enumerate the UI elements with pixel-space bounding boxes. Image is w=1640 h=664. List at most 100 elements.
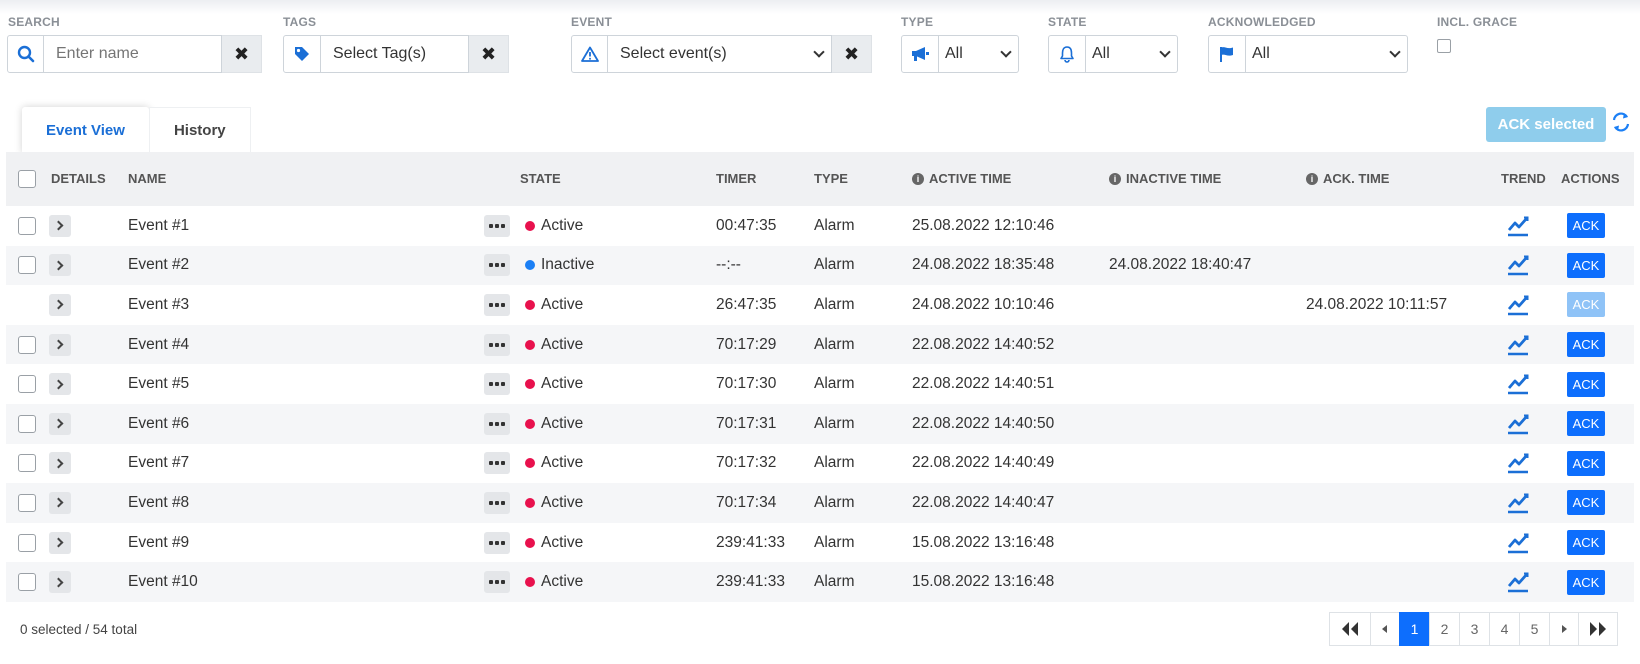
more-options-button[interactable] xyxy=(484,483,510,523)
page-button[interactable]: 4 xyxy=(1489,612,1520,646)
row-checkbox[interactable] xyxy=(18,523,36,563)
row-checkbox[interactable] xyxy=(18,444,36,484)
page-button[interactable]: 2 xyxy=(1429,612,1460,646)
row-checkbox[interactable] xyxy=(18,246,36,286)
more-options-button[interactable] xyxy=(484,523,510,563)
row-checkbox[interactable] xyxy=(18,404,36,444)
megaphone-icon xyxy=(901,35,939,73)
trend-chart-icon[interactable] xyxy=(1506,562,1530,602)
trend-chart-icon[interactable] xyxy=(1506,246,1530,286)
bell-icon xyxy=(1048,35,1086,73)
more-options-button[interactable] xyxy=(484,404,510,444)
table-row[interactable]: Event #2 Inactive --:-- Alarm 24.08.2022 18:… xyxy=(6,245,1634,286)
active-time-cell: 22.08.2022 14:40:47 xyxy=(912,493,1055,511)
first-page-button[interactable] xyxy=(1329,612,1371,646)
col-active-time[interactable]: i ACTIVE TIME xyxy=(912,152,1011,206)
expand-details-button[interactable] xyxy=(49,483,71,523)
tags-clear-button[interactable]: ✖ xyxy=(469,35,509,73)
ack-button[interactable]: ACK xyxy=(1567,246,1605,286)
row-checkbox[interactable] xyxy=(18,562,36,602)
expand-details-button[interactable] xyxy=(49,562,71,602)
table-row[interactable]: Event #6 Active 70:17:31 Alarm 22.08.2022 14… xyxy=(6,403,1634,444)
trend-chart-icon[interactable] xyxy=(1506,404,1530,444)
table-row[interactable]: Event #9 Active 239:41:33 Alarm 15.08.2022 1… xyxy=(6,523,1634,563)
trend-chart-icon[interactable] xyxy=(1506,206,1530,246)
table-row[interactable]: Event #3 Active 26:47:35 Alarm 24.08.2022 10… xyxy=(6,285,1634,325)
table-row[interactable]: Event #10 Active 239:41:33 Alarm 15.08.2022 … xyxy=(6,562,1634,602)
more-options-button[interactable] xyxy=(484,246,510,286)
event-select-value: Select event(s) xyxy=(620,45,727,62)
search-input[interactable] xyxy=(44,35,222,73)
page-button[interactable]: 5 xyxy=(1519,612,1550,646)
ack-button[interactable]: ACK xyxy=(1567,444,1605,484)
more-options-button[interactable] xyxy=(484,325,510,365)
trend-chart-icon[interactable] xyxy=(1506,364,1530,404)
type-select[interactable]: All xyxy=(939,35,1019,73)
more-options-button[interactable] xyxy=(484,285,510,325)
row-checkbox[interactable] xyxy=(18,483,36,523)
row-checkbox[interactable] xyxy=(18,364,36,404)
more-options-button[interactable] xyxy=(484,444,510,484)
trend-chart-icon[interactable] xyxy=(1506,285,1530,325)
expand-details-button[interactable] xyxy=(49,246,71,286)
row-checkbox[interactable] xyxy=(18,206,36,246)
more-options-button[interactable] xyxy=(484,562,510,602)
expand-details-button[interactable] xyxy=(49,523,71,563)
more-options-button[interactable] xyxy=(484,364,510,404)
ack-button[interactable]: ACK xyxy=(1567,364,1605,404)
col-state[interactable]: STATE xyxy=(520,152,561,206)
ack-button[interactable]: ACK xyxy=(1567,325,1605,365)
col-inactive-time[interactable]: i INACTIVE TIME xyxy=(1109,152,1221,206)
last-page-button[interactable] xyxy=(1578,612,1618,646)
refresh-icon[interactable] xyxy=(1610,110,1632,134)
ack-button[interactable]: ACK xyxy=(1567,206,1605,246)
event-select[interactable]: Select event(s) xyxy=(608,35,832,73)
next-page-button[interactable] xyxy=(1549,612,1579,646)
expand-details-button[interactable] xyxy=(49,206,71,246)
col-type[interactable]: TYPE xyxy=(814,152,848,206)
state-select[interactable]: All xyxy=(1086,35,1178,73)
ack-button[interactable]: ACK xyxy=(1567,404,1605,444)
ack-button[interactable]: ACK xyxy=(1567,285,1605,325)
table-row[interactable]: Event #7 Active 70:17:32 Alarm 22.08.2022 14… xyxy=(6,444,1634,484)
ack-label: ACK xyxy=(1567,252,1605,278)
ack-button[interactable]: ACK xyxy=(1567,483,1605,523)
expand-details-button[interactable] xyxy=(49,444,71,484)
state-select-value: All xyxy=(1092,45,1110,62)
trend-chart-icon[interactable] xyxy=(1506,523,1530,563)
acknowledged-select[interactable]: All xyxy=(1246,35,1408,73)
ack-button[interactable]: ACK xyxy=(1567,523,1605,563)
expand-details-button[interactable] xyxy=(49,364,71,404)
state-cell: Active xyxy=(525,404,583,444)
expand-details-button[interactable] xyxy=(49,325,71,365)
select-all-checkbox[interactable] xyxy=(18,170,36,188)
event-clear-button[interactable]: ✖ xyxy=(832,35,872,73)
row-checkbox[interactable] xyxy=(18,325,36,365)
tab-history[interactable]: History xyxy=(148,107,251,153)
search-clear-button[interactable]: ✖ xyxy=(222,35,262,73)
page-button[interactable]: 1 xyxy=(1399,612,1430,646)
col-ack-time[interactable]: i ACK. TIME xyxy=(1306,152,1389,206)
table-row[interactable]: Event #5 Active 70:17:30 Alarm 22.08.2022 14… xyxy=(6,364,1634,404)
expand-details-button[interactable] xyxy=(49,404,71,444)
expand-details-button[interactable] xyxy=(49,285,71,325)
trend-chart-icon[interactable] xyxy=(1506,444,1530,484)
table-row[interactable]: Event #4 Active 70:17:29 Alarm 22.08.2022 14… xyxy=(6,324,1634,365)
ack-label: ACK xyxy=(1567,371,1605,397)
table-row[interactable]: Event #8 Active 70:17:34 Alarm 22.08.2022 14… xyxy=(6,483,1634,523)
table-row[interactable]: Event #1 Active 00:47:35 Alarm 25.08.2022 12… xyxy=(6,206,1634,246)
trend-chart-icon[interactable] xyxy=(1506,325,1530,365)
chevron-down-icon xyxy=(813,46,825,58)
ack-button[interactable]: ACK xyxy=(1567,562,1605,602)
col-name[interactable]: NAME xyxy=(128,152,166,206)
type-select-value: All xyxy=(945,45,963,62)
ack-selected-button[interactable]: ACK selected xyxy=(1486,107,1606,142)
prev-page-button[interactable] xyxy=(1370,612,1400,646)
col-timer[interactable]: TIMER xyxy=(716,152,756,206)
trend-chart-icon[interactable] xyxy=(1506,483,1530,523)
tab-event-view[interactable]: Event View xyxy=(22,107,149,153)
grace-checkbox[interactable] xyxy=(1437,39,1451,53)
tags-select[interactable]: Select Tag(s) xyxy=(321,35,469,73)
page-button[interactable]: 3 xyxy=(1459,612,1490,646)
more-options-button[interactable] xyxy=(484,206,510,246)
